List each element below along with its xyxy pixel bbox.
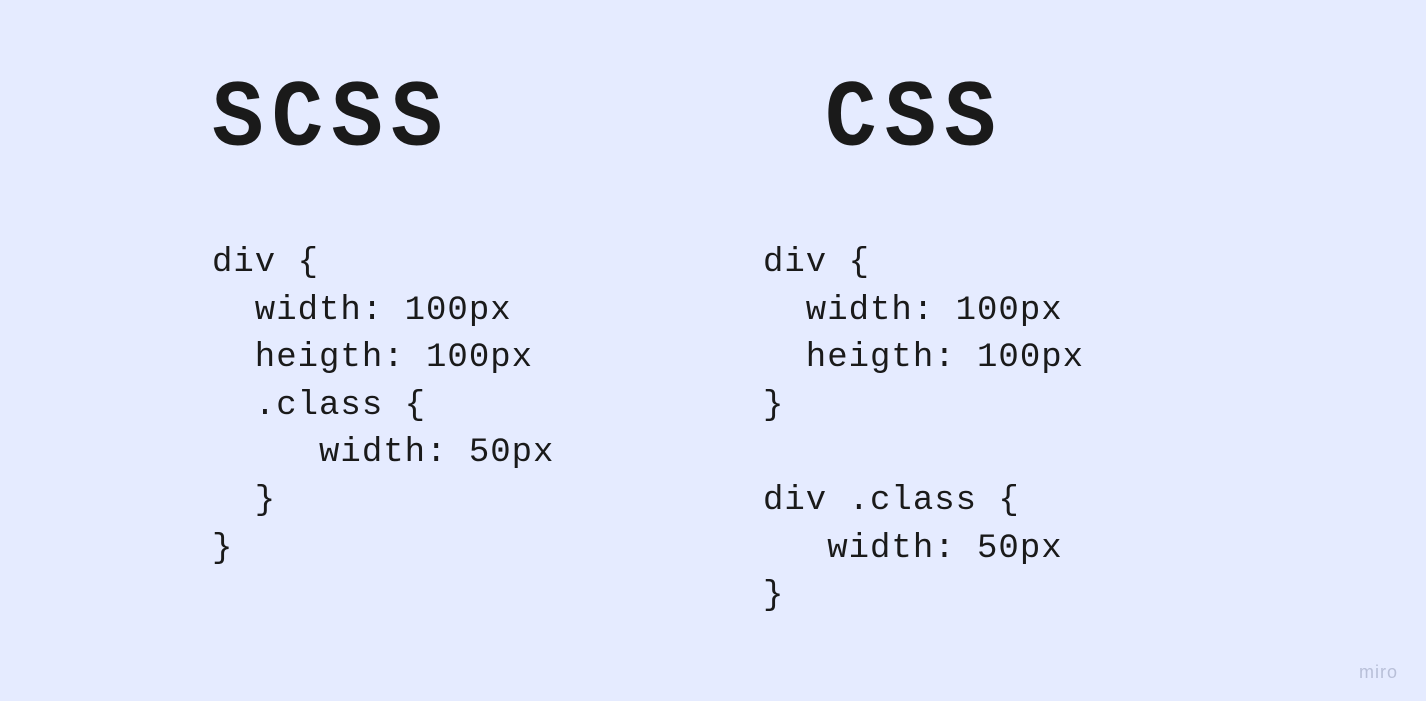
scss-column: SCSS div { width: 100px heigth: 100px .c… bbox=[100, 70, 673, 661]
scss-code: div { width: 100px heigth: 100px .class … bbox=[100, 240, 673, 573]
scss-heading: SCSS bbox=[100, 65, 673, 173]
css-code: div { width: 100px heigth: 100px } div .… bbox=[753, 240, 1326, 621]
css-heading: CSS bbox=[753, 65, 1326, 173]
diagram-container: SCSS div { width: 100px heigth: 100px .c… bbox=[0, 0, 1426, 701]
miro-watermark: miro bbox=[1359, 662, 1398, 683]
css-column: CSS div { width: 100px heigth: 100px } d… bbox=[753, 70, 1326, 661]
